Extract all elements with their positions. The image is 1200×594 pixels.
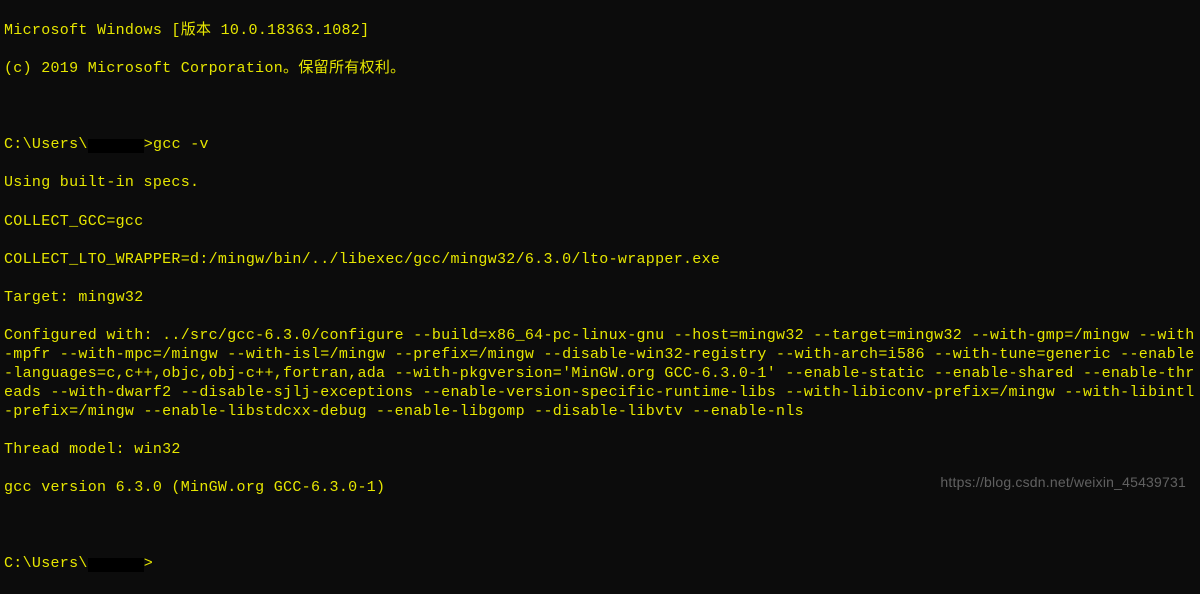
prompt-line-1: C:\Users\ >gcc -v: [4, 135, 1196, 154]
redacted-username: [88, 558, 144, 572]
blank-line: [4, 97, 1196, 116]
redacted-username: [88, 139, 144, 153]
prompt-prefix: C:\Users\: [4, 555, 88, 572]
prompt-line-2[interactable]: C:\Users\ >: [4, 554, 1196, 573]
output-target: Target: mingw32: [4, 288, 1196, 307]
prompt-suffix: >: [144, 136, 153, 153]
windows-version-line: Microsoft Windows [版本 10.0.18363.1082]: [4, 21, 1196, 40]
output-collect-lto: COLLECT_LTO_WRAPPER=d:/mingw/bin/../libe…: [4, 250, 1196, 269]
copyright-line: (c) 2019 Microsoft Corporation。保留所有权利。: [4, 59, 1196, 78]
terminal-window[interactable]: Microsoft Windows [版本 10.0.18363.1082] (…: [0, 0, 1200, 594]
prompt-prefix: C:\Users\: [4, 136, 88, 153]
output-thread-model: Thread model: win32: [4, 440, 1196, 459]
output-using-specs: Using built-in specs.: [4, 173, 1196, 192]
prompt-suffix: >: [144, 555, 153, 572]
command-text: gcc -v: [153, 136, 209, 153]
blank-line: [4, 516, 1196, 535]
watermark-text: https://blog.csdn.net/weixin_45439731: [940, 474, 1186, 492]
output-collect-gcc: COLLECT_GCC=gcc: [4, 212, 1196, 231]
output-configured: Configured with: ../src/gcc-6.3.0/config…: [4, 326, 1196, 421]
